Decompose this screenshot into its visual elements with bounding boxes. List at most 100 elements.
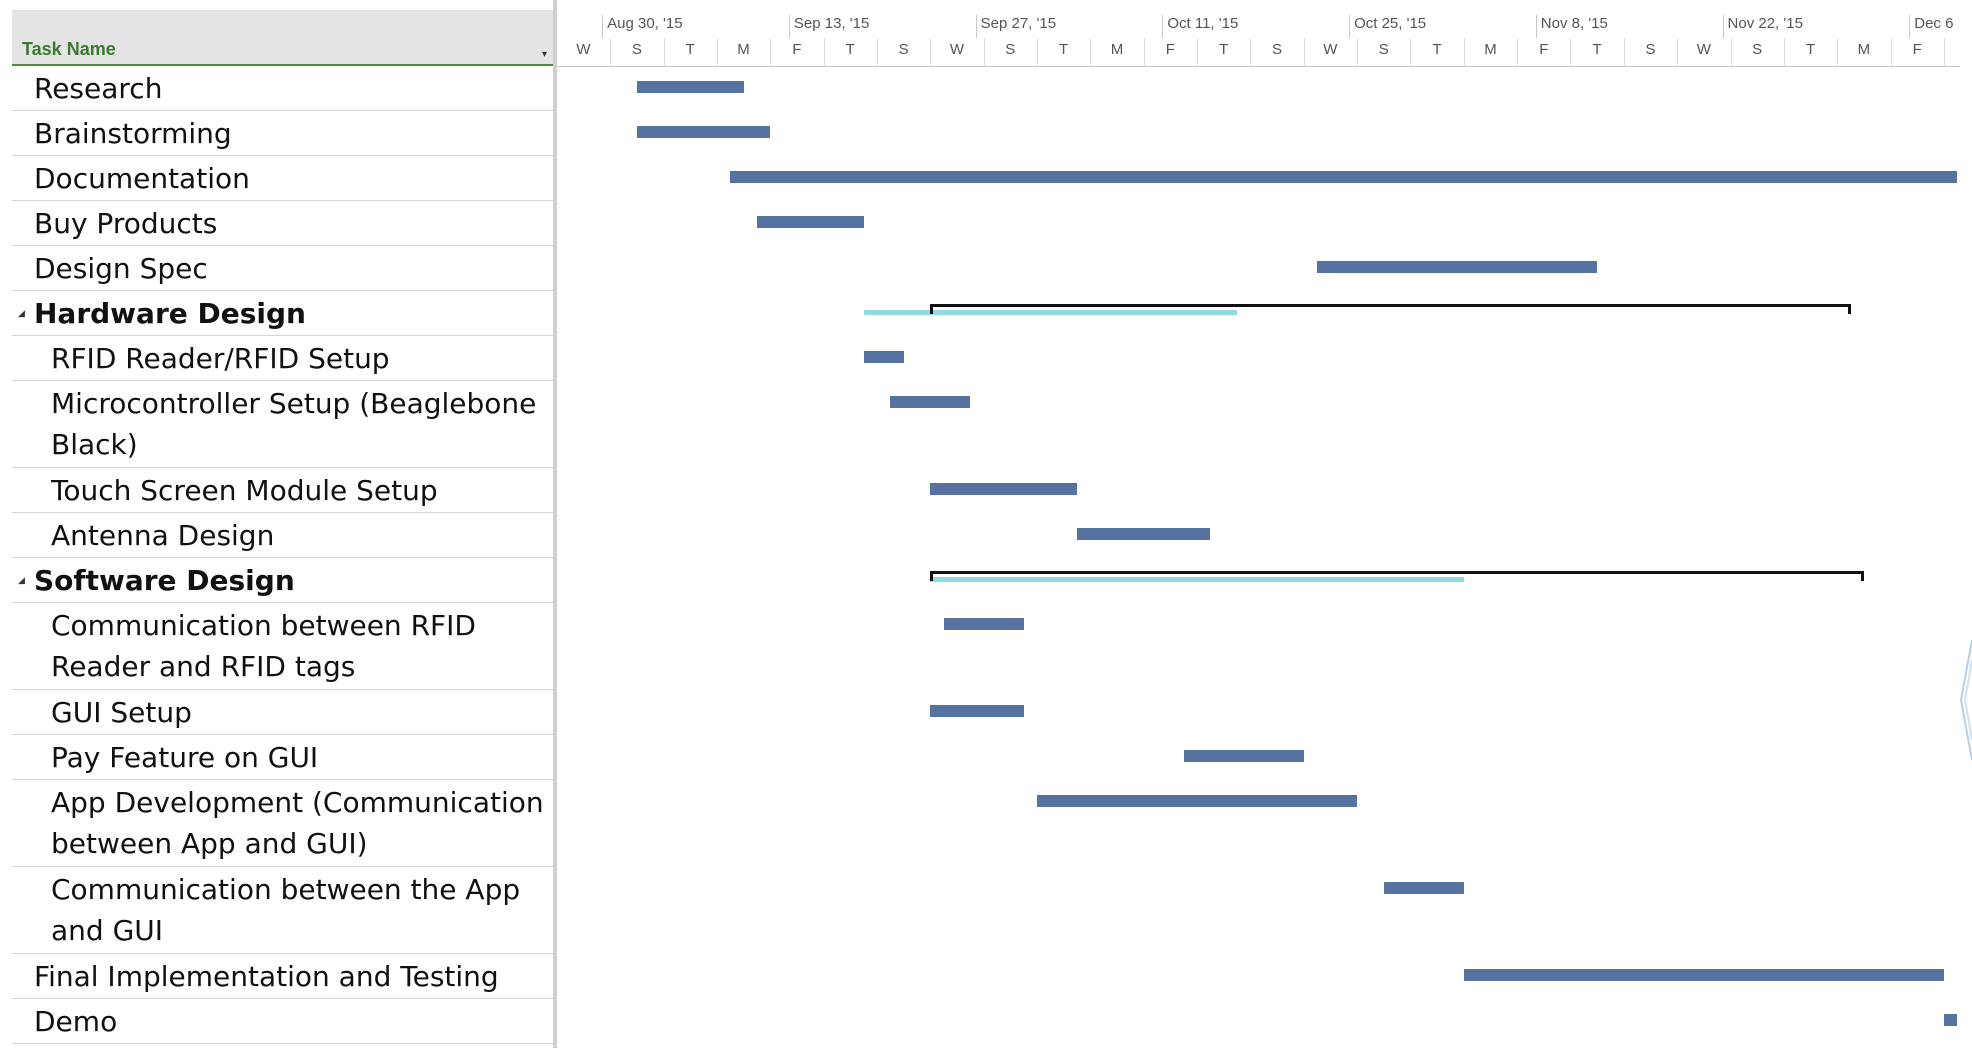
day-label: F [1912,41,1922,58]
timescale-header: Aug 30, '15 Sep 13, '15 Sep 27, '15 Oct 11,… [557,10,1960,67]
day-divider [1250,38,1252,66]
task-row[interactable]: Documentation [12,156,553,201]
timescale-days: WSTMFTSWSTMFTSWSTMFTSWSTMF [557,38,1960,66]
day-divider [1143,38,1145,66]
collapse-triangle-icon[interactable]: ◢ [18,309,25,319]
week-label: Aug 30, '15 [602,15,683,38]
day-divider [1570,38,1572,66]
day-label: F [792,41,802,58]
task-table: Task Name ▾ Research Brainstorming Documen… [12,0,553,1048]
collapse-triangle-icon[interactable]: ◢ [18,576,25,586]
day-divider [1410,38,1412,66]
task-row[interactable]: Antenna Design [12,513,553,558]
day-label: S [1272,41,1283,58]
summary-bar[interactable] [930,571,1864,581]
day-divider [1517,38,1519,66]
task-row[interactable]: Microcontroller Setup (Beaglebone Black) [12,381,553,468]
day-label: S [631,41,642,58]
day-label: M [1484,41,1497,58]
task-row[interactable]: Research [12,66,553,111]
day-divider [1943,38,1945,66]
day-label: W [949,41,965,58]
day-label: W [576,41,591,58]
task-row[interactable]: Communication between the App and GUI [12,867,553,954]
day-label: T [1805,41,1816,58]
dropdown-arrow-icon[interactable]: ▾ [542,49,547,60]
task-bar[interactable] [1076,528,1211,540]
day-label: T [1059,41,1069,58]
task-row[interactable]: Design Spec [12,246,553,291]
week-label: Oct 25, '15 [1349,15,1426,38]
day-label: T [1219,41,1229,58]
summary-task-row[interactable]: ◢ Hardware Design [12,291,553,336]
task-bar[interactable] [890,396,971,408]
task-name-header-label: Task Name [22,39,116,59]
task-row[interactable]: RFID Reader/RFID Setup [12,336,553,381]
task-bar[interactable] [1383,882,1464,894]
day-divider [1463,38,1465,66]
task-bar[interactable] [863,351,904,363]
day-divider [1036,38,1038,66]
summary-bar[interactable] [930,304,1851,314]
task-row[interactable]: Buy Products [12,201,553,246]
task-row[interactable]: GUI Setup [12,690,553,735]
task-bar[interactable] [1463,969,1944,981]
task-row[interactable]: Brainstorming [12,111,553,156]
day-divider [1357,38,1359,66]
task-name: Communication between RFID [51,609,476,642]
task-bar[interactable] [930,705,1024,717]
task-bar[interactable] [636,126,771,138]
day-divider [1837,38,1839,66]
task-bar[interactable] [1036,795,1358,807]
day-label: S [1005,41,1016,58]
task-bar[interactable] [1943,1014,1958,1026]
day-divider [1890,38,1892,66]
day-divider [876,38,878,66]
summary-task-row[interactable]: ◢ Software Design [12,558,553,603]
day-divider [770,38,772,66]
task-bar[interactable] [930,483,1077,495]
task-row[interactable]: App Development (Communication between Ap… [12,780,553,867]
week-label: Nov 8, '15 [1535,15,1608,38]
task-name: Documentation [34,162,250,195]
day-divider [1303,38,1305,66]
week-label: Dec 6 [1909,15,1953,38]
task-name-line2: and GUI [51,914,164,947]
day-divider [930,38,932,66]
task-row[interactable]: Demo [12,999,553,1044]
task-row[interactable]: Touch Screen Module Setup [12,468,553,513]
week-label: Sep 27, '15 [975,15,1056,38]
day-divider [610,38,612,66]
day-divider [1197,38,1199,66]
day-divider [1783,38,1785,66]
task-bar[interactable] [636,81,744,93]
task-name: RFID Reader/RFID Setup [51,342,390,375]
task-name-line2: between App and GUI) [51,827,368,860]
task-name: Buy Products [34,207,218,240]
task-name: Touch Screen Module Setup [51,474,438,507]
day-label: M [1857,41,1871,58]
task-row[interactable]: Final Implementation and Testing [12,954,553,999]
day-label: T [685,41,695,58]
task-bar[interactable] [943,618,1024,630]
day-label: T [1592,41,1602,58]
task-row[interactable]: Communication between RFID Reader and RFI… [12,603,553,690]
task-name: GUI Setup [51,696,192,729]
task-name: Demo [34,1005,118,1038]
task-name: App Development (Communication [51,786,544,819]
day-label: T [845,41,855,58]
timescale-weeks: Aug 30, '15 Sep 13, '15 Sep 27, '15 Oct 11,… [557,10,1960,38]
task-bar[interactable] [1317,261,1598,273]
task-bar[interactable] [1183,750,1304,762]
task-name: Final Implementation and Testing [34,960,499,993]
day-label: W [1323,41,1338,58]
task-name-column-header[interactable]: Task Name ▾ [12,10,553,66]
task-row[interactable]: Pay Feature on GUI [12,735,553,780]
gantt-chart: Aug 30, '15 Sep 13, '15 Sep 27, '15 Oct 11,… [557,0,1960,1048]
task-bar[interactable] [730,171,1958,183]
task-bar[interactable] [756,216,864,228]
week-label: Sep 13, '15 [788,15,869,38]
day-label: S [898,41,909,58]
task-name: Communication between the App [51,873,521,906]
day-label: F [1165,41,1175,58]
